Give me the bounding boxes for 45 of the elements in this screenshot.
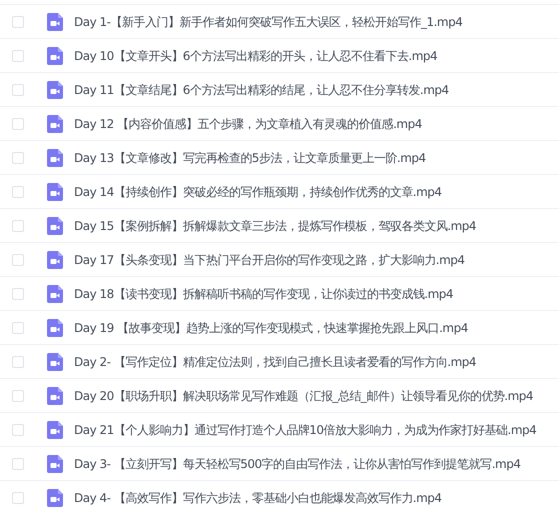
checkbox[interactable] <box>12 288 24 300</box>
file-name[interactable]: Day 13【文章修改】写完再检查的5步法，让文章质量更上一阶.mp4 <box>74 148 426 166</box>
checkbox[interactable] <box>12 390 24 402</box>
checkbox[interactable] <box>12 492 24 504</box>
checkbox[interactable] <box>12 220 24 232</box>
file-name[interactable]: Day 12 【内容价值感】五个步骤，为文章植入有灵魂的价值感.mp4 <box>74 114 422 132</box>
file-name[interactable]: Day 14【持续创作】突破必经的写作瓶颈期，持续创作优秀的文章.mp4 <box>74 182 442 200</box>
video-file-icon <box>47 420 63 438</box>
video-file-icon <box>47 250 63 268</box>
video-file-icon <box>47 454 63 472</box>
checkbox[interactable] <box>12 84 24 96</box>
file-name[interactable]: Day 20【职场升职】解决职场常见写作难题（汇报_总结_邮件）让领导看见你的优势.mp4 <box>74 386 534 404</box>
video-file-icon <box>47 182 63 200</box>
video-file-icon <box>47 46 63 64</box>
checkbox[interactable] <box>12 186 24 198</box>
video-file-icon <box>47 114 63 132</box>
file-name[interactable]: Day 1-【新手入门】新手作者如何突破写作五大误区，轻松开始写作_1.mp4 <box>74 12 462 30</box>
file-name[interactable]: Day 2- 【写作定位】精准定位法则，找到自己擅长且读者爱看的写作方向.mp4 <box>74 352 476 370</box>
video-file-icon <box>47 386 63 404</box>
checkbox[interactable] <box>12 50 24 62</box>
video-file-icon <box>47 352 63 370</box>
file-name[interactable]: Day 21【个人影响力】通过写作打造个人品牌10倍放大影响力，为成为作家打好基础.mp4 <box>74 420 536 438</box>
checkbox[interactable] <box>12 16 24 28</box>
checkbox[interactable] <box>12 118 24 130</box>
checkbox[interactable] <box>12 152 24 164</box>
video-file-icon <box>47 318 63 336</box>
checkbox[interactable] <box>12 322 24 334</box>
file-name[interactable]: Day 10【文章开头】6个方法写出精彩的开头，让人忍不住看下去.mp4 <box>74 46 438 64</box>
checkbox[interactable] <box>12 254 24 266</box>
file-name[interactable]: Day 3- 【立刻开写】每天轻松写500字的自由写作法，让你从害怕写作到提笔就写.mp4 <box>74 454 520 472</box>
checkbox[interactable] <box>12 424 24 436</box>
video-file-icon <box>47 12 63 30</box>
video-file-icon <box>47 216 63 234</box>
video-file-icon <box>47 80 63 98</box>
video-file-icon <box>47 488 63 506</box>
file-name[interactable]: Day 19 【故事变现】趋势上涨的写作变现模式，快速掌握抢先跟上风口.mp4 <box>74 318 468 336</box>
video-file-icon <box>47 284 63 302</box>
file-name[interactable]: Day 11【文章结尾】6个方法写出精彩的结尾，让人忍不住分享转发.mp4 <box>74 80 449 98</box>
file-name[interactable]: Day 17【头条变现】当下热门平台开启你的写作变现之路，扩大影响力.mp4 <box>74 250 465 268</box>
file-name[interactable]: Day 18【读书变现】拆解稿听书稿的写作变现，让你读过的书变成钱.mp4 <box>74 284 454 302</box>
checkbox[interactable] <box>12 458 24 470</box>
video-file-icon <box>47 148 63 166</box>
file-name[interactable]: Day 4- 【高效写作】写作六步法，零基础小白也能爆发高效写作力.mp4 <box>74 488 442 506</box>
file-name[interactable]: Day 15【案例拆解】拆解爆款文章三步法，提炼写作模板，驾驭各类文风.mp4 <box>74 216 476 234</box>
checkbox[interactable] <box>12 356 24 368</box>
